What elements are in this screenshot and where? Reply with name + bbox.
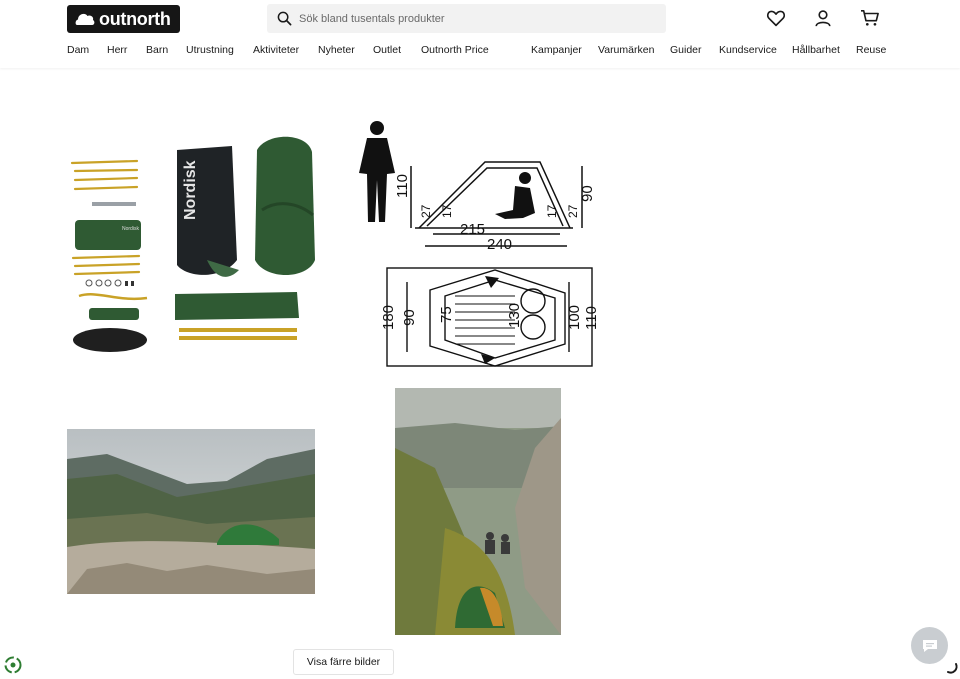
person-silhouette-icon [359,121,395,222]
svg-text:27: 27 [566,204,580,218]
nav-kundservice[interactable]: Kundservice [719,44,777,56]
show-fewer-images-button[interactable]: Visa färre bilder [293,649,394,675]
nav-reuse[interactable]: Reuse [856,44,886,56]
outnorth-logo[interactable]: outnorth [67,5,180,33]
nav-outnorth-price[interactable]: Outnorth Price [421,44,489,56]
cart-icon[interactable] [859,8,881,28]
chat-icon [922,639,937,652]
product-image-dimensions[interactable]: 110 27 17 17 27 90 215 240 180 90 75 130… [355,118,600,370]
svg-text:90: 90 [401,309,418,326]
sitting-person-icon [495,172,535,219]
nav-kampanjer[interactable]: Kampanjer [531,44,582,56]
svg-text:75: 75 [438,306,455,323]
tent-body-green-icon [255,136,315,275]
tent-bag-small-icon: Nordisk [75,220,141,250]
nav-dam[interactable]: Dam [67,44,89,56]
svg-text:100: 100 [566,305,583,330]
svg-text:180: 180 [380,305,397,330]
svg-text:17: 17 [440,204,454,218]
logo-cloud-icon [75,13,95,25]
svg-text:90: 90 [579,185,596,202]
product-image-landscape[interactable] [67,429,315,594]
recycle-icon[interactable] [4,656,22,674]
svg-text:Nordisk: Nordisk [182,160,199,220]
pole-bag-icon [175,292,299,340]
svg-text:240: 240 [487,236,512,253]
svg-text:215: 215 [460,221,485,238]
nav-outlet[interactable]: Outlet [373,44,401,56]
chat-button[interactable] [911,627,948,664]
svg-text:27: 27 [419,204,433,218]
nav-herr[interactable]: Herr [107,44,127,56]
guy-ropes-icon [73,279,148,352]
nav-varumarken[interactable]: Varumärken [598,44,654,56]
user-icon[interactable] [812,8,834,28]
svg-text:Nordisk: Nordisk [122,226,139,232]
nav-utrustning[interactable]: Utrustning [186,44,234,56]
nav-guider[interactable]: Guider [670,44,702,56]
logo-text: outnorth [99,8,171,29]
loading-spinner-icon [944,660,958,674]
stuff-sack-black-icon: Nordisk [177,146,239,277]
svg-text:110: 110 [394,174,411,198]
heart-icon[interactable] [765,8,787,28]
tent-side-view-icon [410,161,583,247]
nav-hallbarhet[interactable]: Hållbarhet [792,44,840,56]
search-icon [277,11,293,27]
svg-text:110: 110 [583,306,600,330]
svg-text:17: 17 [545,204,559,218]
site-header: outnorth Dam Herr Barn Utrustning Aktivi… [0,0,960,68]
nav-aktiviteter[interactable]: Aktiviteter [253,44,299,56]
tent-pegs-icon [70,159,141,276]
product-image-contents[interactable]: Nordisk Nordisk [67,130,317,360]
search-bar[interactable] [267,4,666,33]
nav-barn[interactable]: Barn [146,44,168,56]
product-image-valley[interactable] [395,388,561,635]
nav-nyheter[interactable]: Nyheter [318,44,355,56]
svg-text:130: 130 [506,303,523,328]
search-input[interactable] [299,12,639,25]
